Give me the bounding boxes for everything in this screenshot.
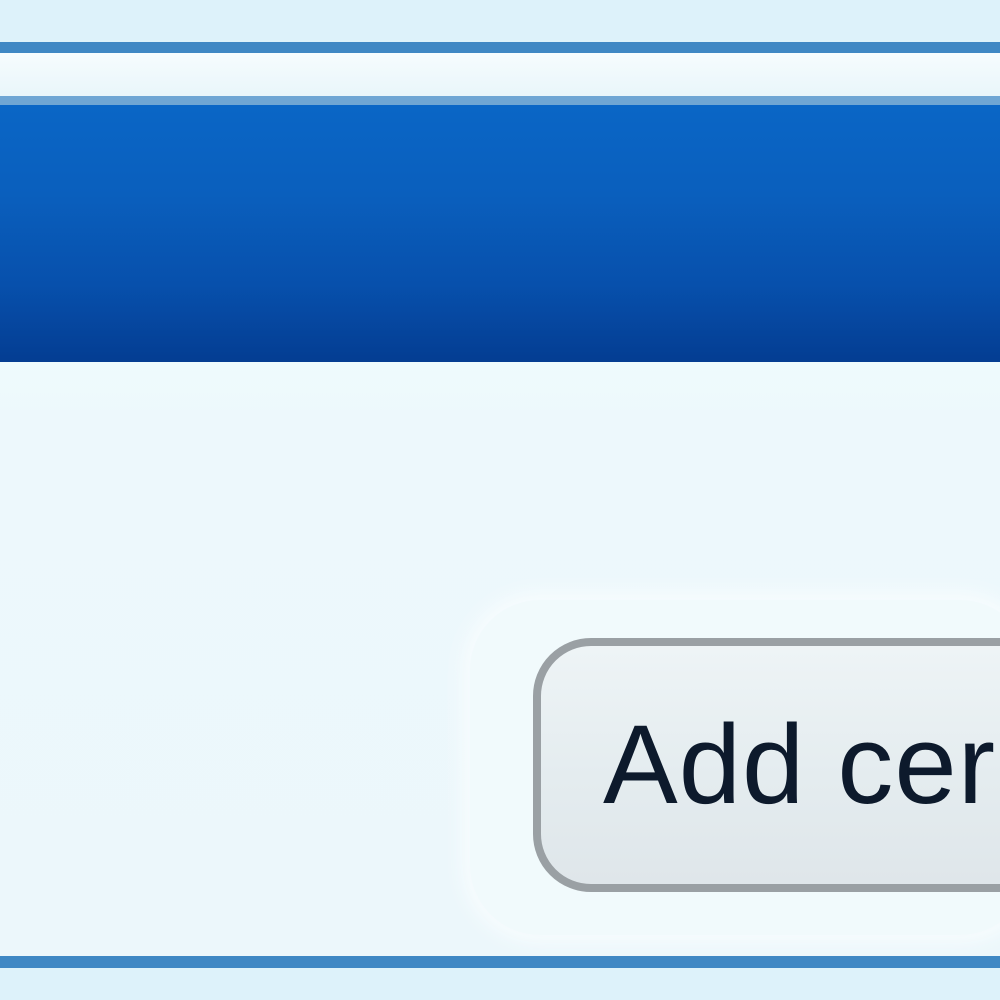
add-certificate-button-label: Add cer xyxy=(603,702,996,827)
top-strip xyxy=(0,0,1000,42)
header-band xyxy=(0,53,1000,96)
add-certificate-button[interactable]: Add cer xyxy=(533,638,1000,892)
dialog-window: Add cer xyxy=(0,0,1000,1000)
title-bar[interactable] xyxy=(0,96,1000,362)
bottom-divider xyxy=(0,956,1000,968)
bottom-strip xyxy=(0,968,1000,1000)
top-divider xyxy=(0,42,1000,53)
